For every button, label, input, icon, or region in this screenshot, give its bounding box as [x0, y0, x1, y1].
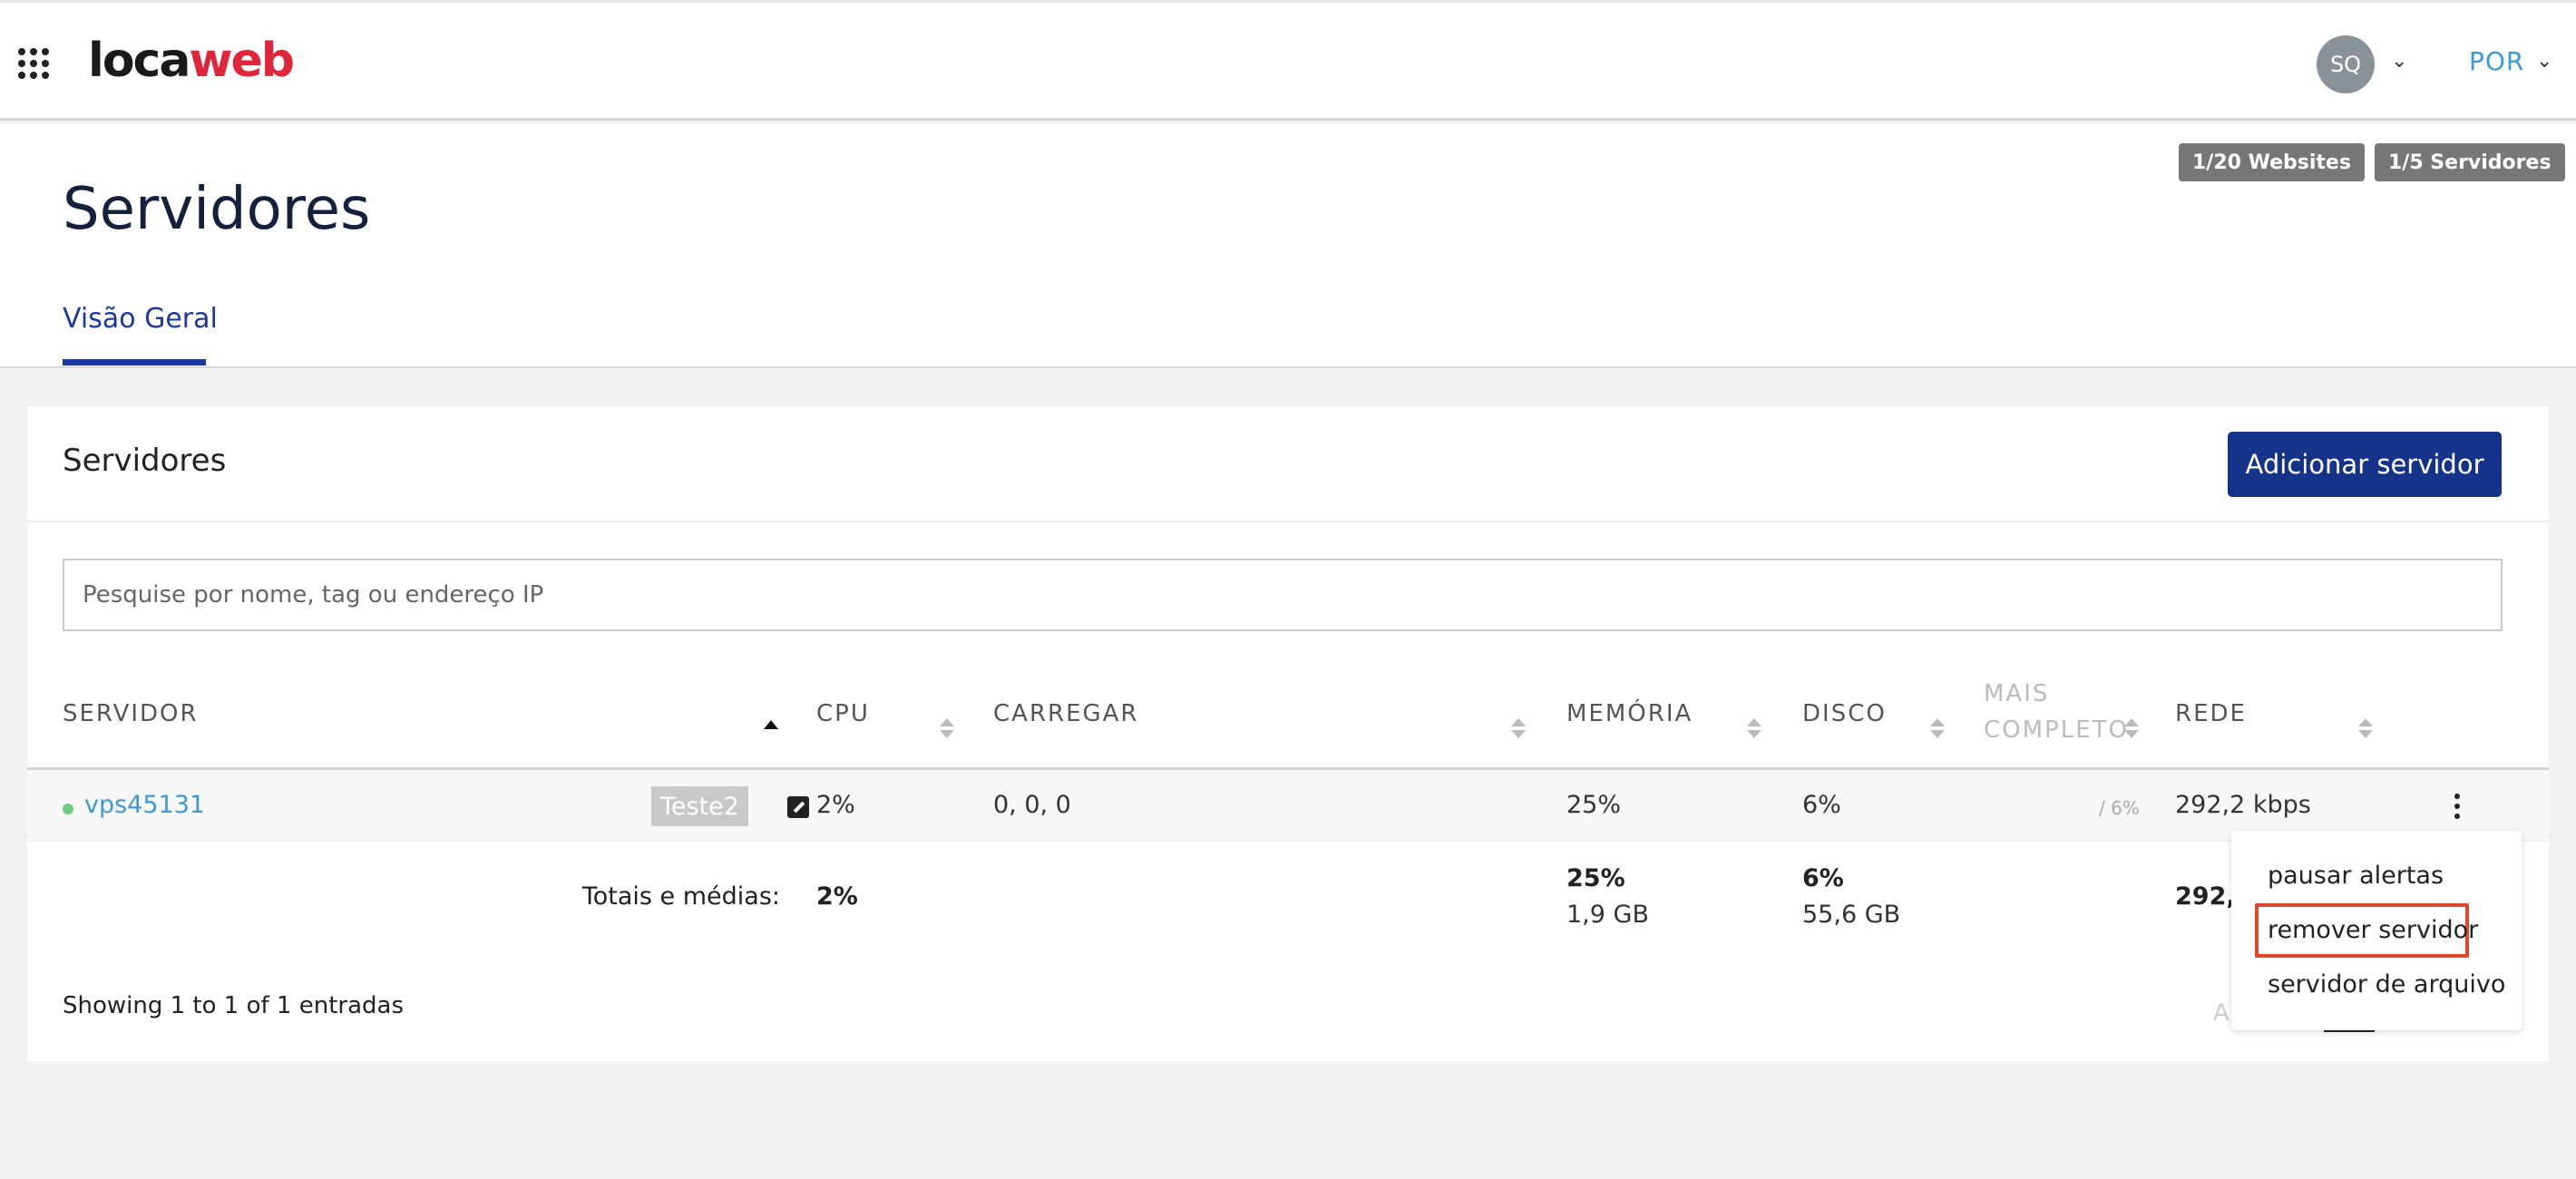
chevron-down-icon[interactable]: ⌄: [2536, 50, 2552, 73]
totals-disk-percent: 6%: [1802, 864, 1844, 892]
totals-disk-size: 55,6 GB: [1802, 901, 1901, 929]
disk-value: 6%: [1802, 791, 1841, 819]
server-tag: Teste2: [651, 786, 748, 826]
websites-quota-badge: 1/20 Websites: [2179, 143, 2365, 181]
column-header-disk[interactable]: DISCO: [1802, 700, 1887, 727]
cpu-value: 2%: [816, 791, 855, 819]
menu-item-pause-alerts[interactable]: pausar alertas: [2268, 862, 2444, 890]
totals-cpu: 2%: [816, 882, 858, 911]
column-header-memory[interactable]: MEMÓRIA: [1566, 700, 1693, 727]
card-title: Servidores: [63, 443, 227, 479]
page-header: 1/20 Websites 1/5 Servidores Servidores …: [0, 123, 2576, 368]
column-header-server[interactable]: SERVIDOR: [63, 700, 199, 727]
sort-icon[interactable]: [940, 718, 954, 740]
locaweb-logo[interactable]: locaweb: [88, 34, 295, 88]
divider: [27, 521, 2549, 522]
page-title: Servidores: [63, 176, 371, 243]
pagination-prev[interactable]: A: [2213, 999, 2230, 1027]
column-header-cpu[interactable]: CPU: [816, 700, 870, 727]
totals-label: Totais e médias:: [581, 882, 780, 911]
fullest-value: / 6%: [2099, 797, 2140, 819]
search-input[interactable]: [63, 559, 2503, 631]
sort-icon[interactable]: [1930, 718, 1945, 740]
edit-tag-icon[interactable]: [787, 796, 809, 818]
load-value: 0, 0, 0: [993, 791, 1071, 819]
add-server-button[interactable]: Adicionar servidor: [2228, 432, 2502, 497]
network-value: 292,2 kbps: [2175, 791, 2311, 819]
server-link[interactable]: vps45131: [84, 791, 205, 819]
memory-value: 25%: [1566, 791, 1622, 819]
column-header-fullest-line2[interactable]: COMPLETO: [1984, 716, 2129, 744]
tab-overview[interactable]: Visão Geral: [63, 303, 218, 335]
sort-icon[interactable]: [2124, 718, 2139, 740]
totals-memory-percent: 25%: [1566, 864, 1625, 892]
menu-item-archive-server[interactable]: servidor de arquivo: [2268, 970, 2505, 999]
column-header-fullest-line1[interactable]: MAIS: [1984, 680, 2049, 707]
column-header-load[interactable]: CARREGAR: [993, 700, 1139, 727]
table-row[interactable]: vps45131 Teste2 2% 0, 0, 0 25% 6% / 6% 2…: [27, 767, 2549, 842]
more-options-icon[interactable]: [2454, 794, 2462, 819]
servers-quota-badge: 1/5 Servidores: [2375, 143, 2565, 181]
active-tab-indicator: [63, 359, 206, 365]
chevron-down-icon[interactable]: ⌄: [2391, 50, 2407, 73]
column-header-network[interactable]: REDE: [2175, 700, 2247, 727]
sort-icon[interactable]: [1511, 718, 1526, 740]
server-actions-menu: pausar alertas remover servidor servidor…: [2231, 831, 2522, 1030]
sort-icon[interactable]: [2358, 718, 2373, 740]
top-bar: locaweb SQ ⌄ POR ⌄: [0, 0, 2576, 121]
menu-item-remove-server[interactable]: remover servidor: [2268, 916, 2478, 944]
sort-ascending-icon[interactable]: [764, 720, 778, 729]
user-avatar[interactable]: SQ: [2317, 35, 2375, 93]
sort-icon[interactable]: [1747, 718, 1761, 740]
servers-card: Servidores Adicionar servidor SERVIDOR C…: [27, 406, 2549, 1061]
pagination-info: Showing 1 to 1 of 1 entradas: [63, 992, 405, 1019]
apps-grid-icon[interactable]: [18, 48, 51, 81]
language-selector[interactable]: POR: [2469, 46, 2524, 76]
totals-memory-size: 1,9 GB: [1566, 901, 1649, 929]
status-online-icon: [63, 804, 73, 814]
